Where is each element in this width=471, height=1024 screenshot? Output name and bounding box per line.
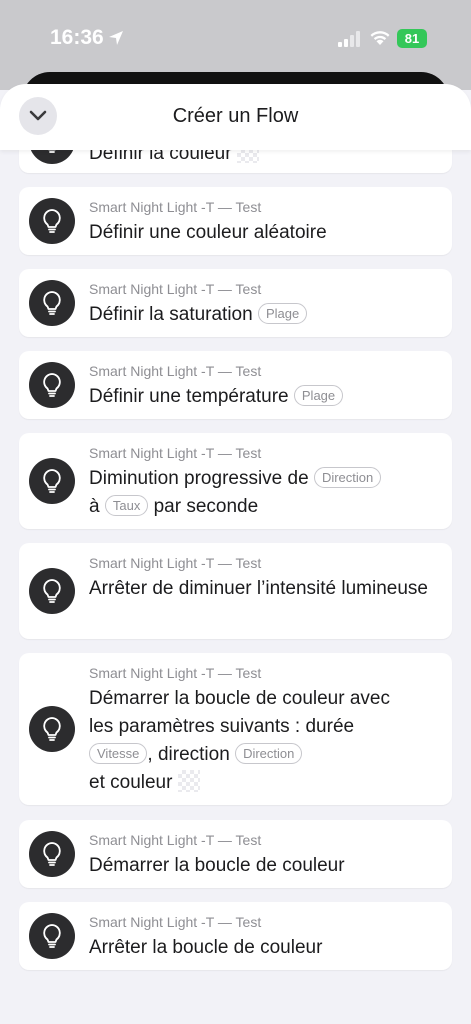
bulb-icon (29, 362, 75, 408)
device-label: Smart Night Light -T — Test (89, 363, 262, 379)
color-swatch[interactable] (177, 770, 200, 792)
direction-chip[interactable]: Direction (235, 743, 303, 764)
bulb-icon (29, 280, 75, 326)
device-label: Smart Night Light -T — Test (89, 281, 262, 297)
action-label: Démarrer la boucle de couleur avec les p… (89, 688, 390, 737)
action-label: Définir une couleur aléatoire (89, 222, 327, 243)
action-text: Définir une température Plage (89, 383, 444, 411)
action-label: Arrêter la boucle de couleur (89, 937, 323, 958)
range-chip[interactable]: Plage (293, 385, 344, 406)
device-label: Smart Night Light -T — Test (89, 555, 262, 571)
device-label: Smart Night Light -T — Test (89, 832, 262, 848)
action-label-part: par seconde (153, 496, 259, 517)
list-item[interactable]: Smart Night Light -T — Test Définir une … (19, 187, 452, 255)
list-item[interactable]: Smart Night Light -T — Test Définir une … (19, 351, 452, 419)
bulb-icon (29, 831, 75, 877)
bulb-icon (29, 568, 75, 614)
list-item[interactable]: Smart Night Light -T — Test Arrêter la b… (19, 902, 452, 970)
action-list: Définir la couleur Smart Night Light -T … (0, 0, 471, 1024)
device-label: Smart Night Light -T — Test (89, 665, 262, 681)
bulb-icon (29, 458, 75, 504)
action-text: Définir la saturation Plage (89, 301, 444, 329)
bulb-icon (29, 913, 75, 959)
action-label: Définir une température (89, 386, 289, 407)
action-text: Diminution progressive de Direction à Ta… (89, 465, 444, 521)
device-label: Smart Night Light -T — Test (89, 445, 262, 461)
page-title: Créer un Flow (172, 105, 299, 127)
action-label: Démarrer la boucle de couleur (89, 855, 345, 876)
action-label: Diminution progressive de (89, 468, 309, 489)
sheet-header: Créer un Flow (0, 84, 471, 150)
list-item[interactable]: Smart Night Light -T — Test Définir la s… (19, 269, 452, 337)
bulb-icon (29, 198, 75, 244)
direction-chip[interactable]: Direction (313, 467, 382, 488)
list-item[interactable]: Smart Night Light -T — Test Démarrer la … (19, 820, 452, 888)
range-chip[interactable]: Plage (257, 303, 308, 324)
list-item[interactable]: Smart Night Light -T — Test Arrêter de d… (19, 543, 452, 639)
list-item[interactable]: Smart Night Light -T — Test Démarrer la … (19, 653, 452, 805)
action-label: Arrêter de diminuer l’intensité lumineus… (89, 578, 428, 599)
speed-chip[interactable]: Vitesse (89, 743, 148, 764)
action-label-part: , direction (147, 744, 230, 765)
action-label: Définir la saturation (89, 304, 253, 325)
device-label: Smart Night Light -T — Test (89, 914, 262, 930)
action-label-part: à (89, 496, 100, 517)
rate-chip[interactable]: Taux (104, 495, 149, 516)
device-label: Smart Night Light -T — Test (89, 199, 262, 215)
action-text: Démarrer la boucle de couleur avec les p… (89, 685, 419, 797)
bulb-icon (29, 706, 75, 752)
action-label-part: et couleur (89, 772, 173, 793)
list-item[interactable]: Smart Night Light -T — Test Diminution p… (19, 433, 452, 529)
